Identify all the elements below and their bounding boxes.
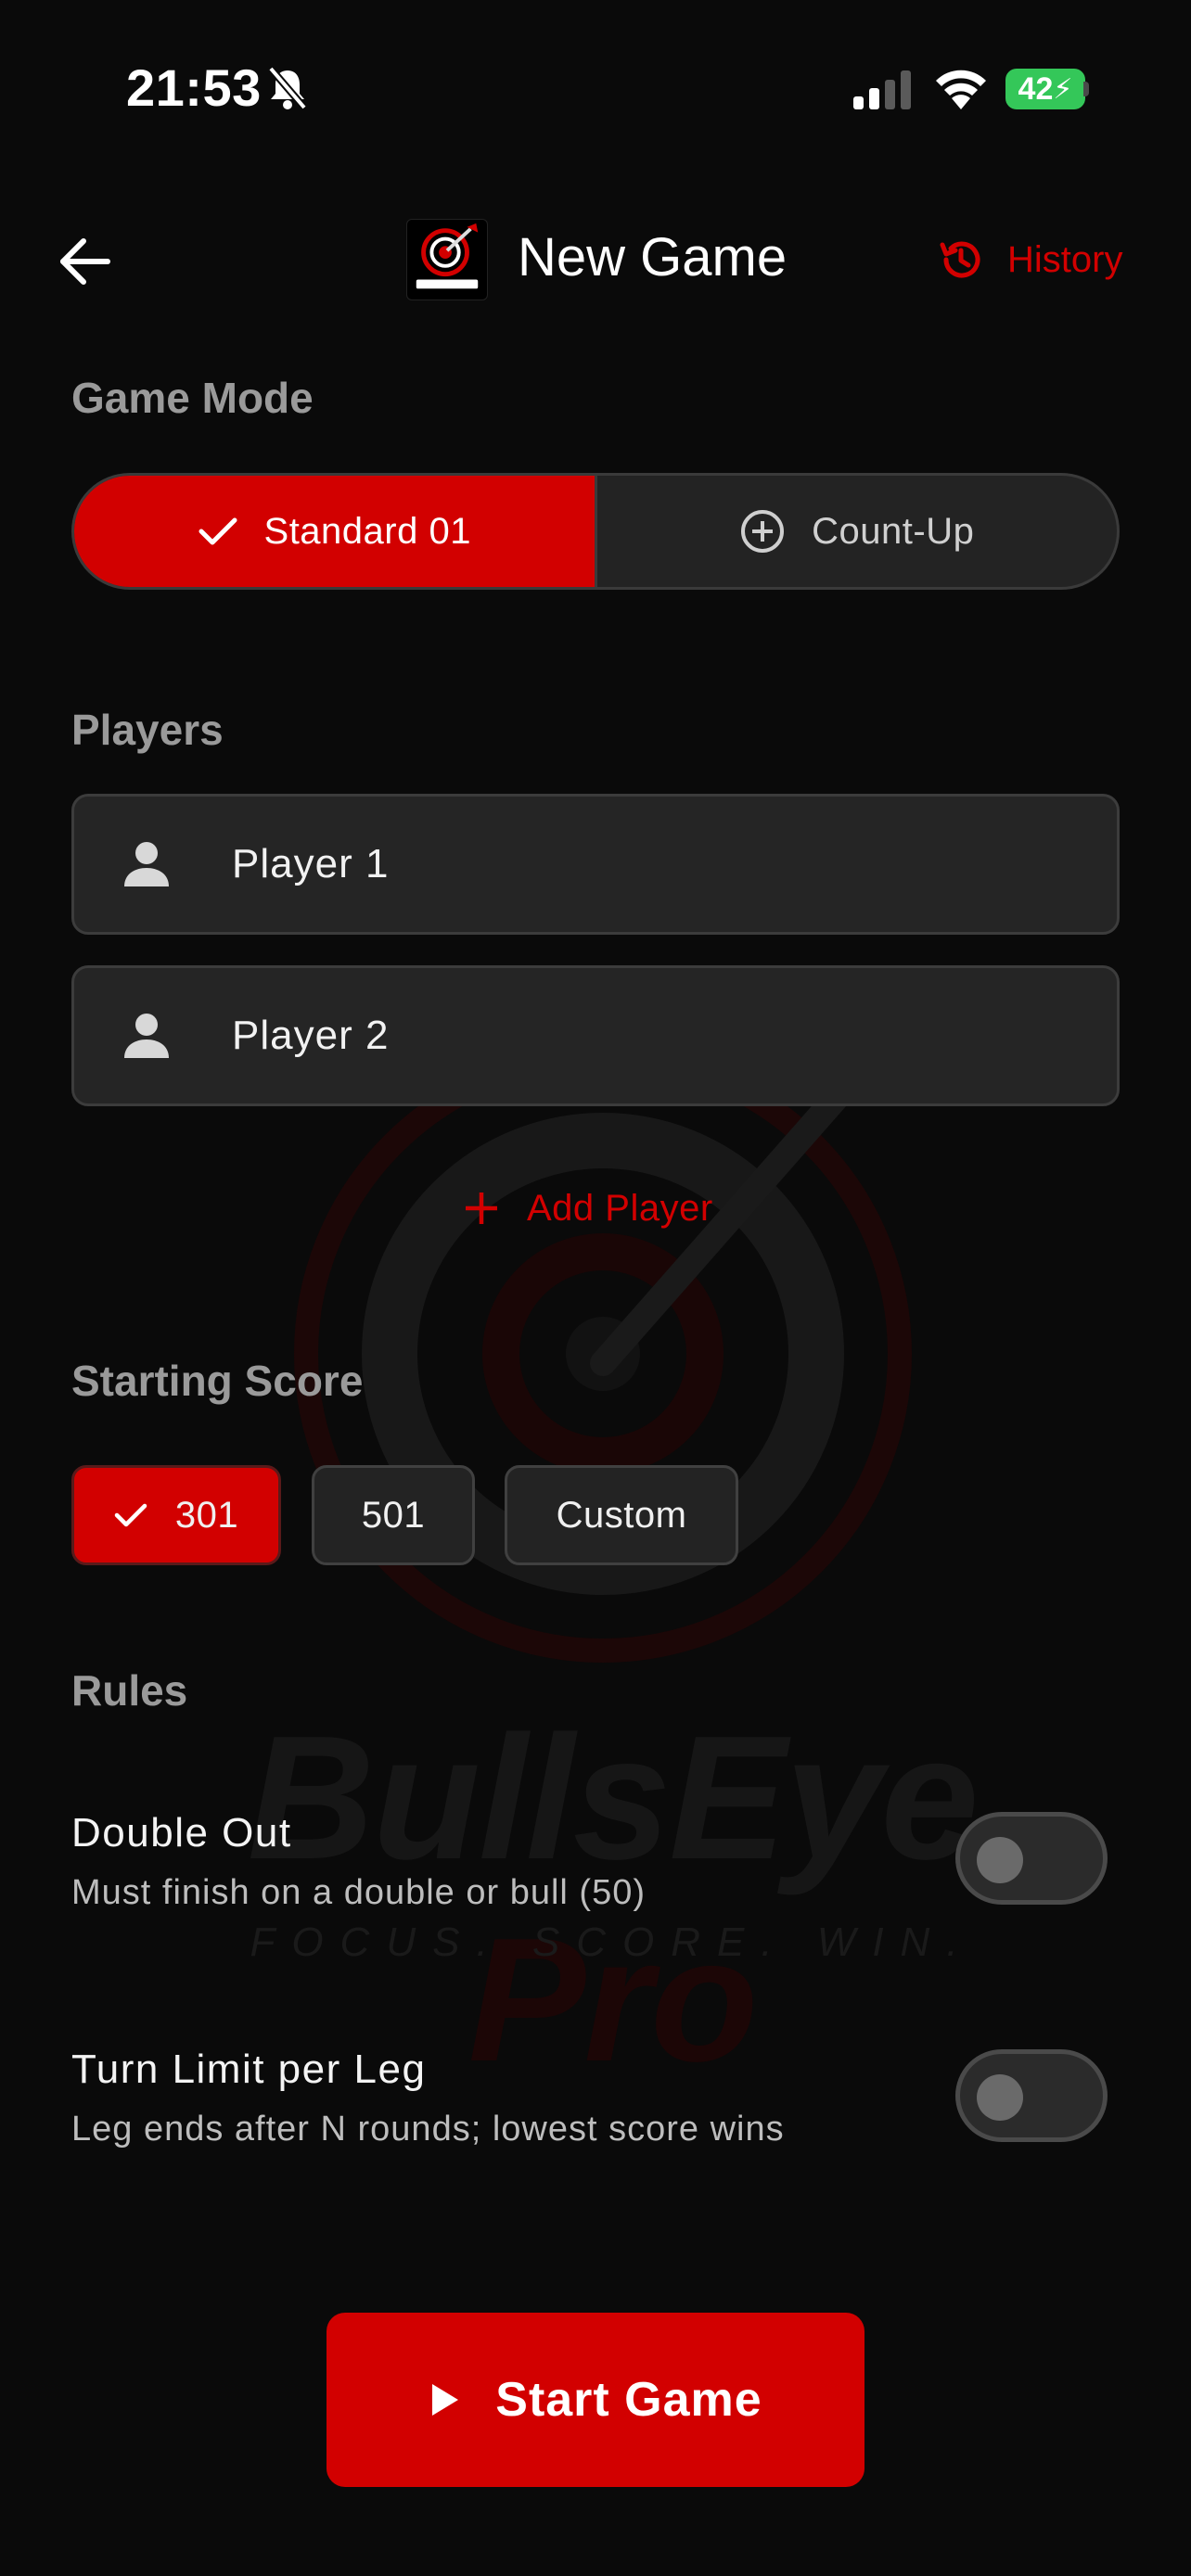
score-chip-501[interactable]: 501 <box>312 1465 475 1565</box>
mode-count-up[interactable]: Count-Up <box>597 476 1118 587</box>
player-1-field[interactable]: Player 1 <box>71 794 1120 935</box>
game-mode-label: Game Mode <box>71 374 314 422</box>
start-game-button[interactable]: Start Game <box>327 2313 864 2487</box>
toggle-knob <box>977 2074 1023 2121</box>
watermark-tagline: FOCUS. SCORE. WIN. <box>250 1919 975 1965</box>
page-title: New Game <box>518 227 788 287</box>
cellular-signal-icon <box>853 70 911 109</box>
play-icon <box>432 2384 459 2416</box>
double-out-toggle[interactable] <box>955 1812 1108 1905</box>
toggle-knob <box>977 1837 1023 1883</box>
bell-slash-icon <box>267 66 308 110</box>
rules-label: Rules <box>71 1666 188 1715</box>
game-mode-segmented-control: Standard 01 Count-Up <box>71 473 1120 590</box>
score-chip-301[interactable]: 301 <box>71 1465 281 1565</box>
plus-circle-icon <box>741 510 785 553</box>
arrow-left-icon <box>60 238 110 285</box>
history-icon <box>940 241 980 278</box>
history-label: History <box>1007 238 1123 280</box>
add-player-button[interactable]: Add Player <box>464 1178 713 1239</box>
battery-indicator: 42 ⚡ <box>1005 69 1085 109</box>
rule-double-out-title: Double Out <box>71 1810 292 1855</box>
players-label: Players <box>71 706 224 754</box>
mode-standard-01[interactable]: Standard 01 <box>74 476 597 587</box>
player-2-field[interactable]: Player 2 <box>71 965 1120 1106</box>
player-2-name: Player 2 <box>232 1013 390 1058</box>
person-icon <box>124 842 169 886</box>
app-logo <box>406 219 488 300</box>
starting-score-label: Starting Score <box>71 1357 364 1405</box>
plus-icon <box>466 1192 497 1224</box>
rule-double-out-description: Must finish on a double or bull (50) <box>71 1873 646 1912</box>
status-time: 21:53 <box>126 58 262 117</box>
rule-turn-limit-description: Leg ends after N rounds; lowest score wi… <box>71 2110 785 2149</box>
person-icon <box>124 1014 169 1058</box>
score-chip-custom[interactable]: Custom <box>505 1465 738 1565</box>
turn-limit-toggle[interactable] <box>955 2049 1108 2142</box>
back-button[interactable] <box>52 228 119 295</box>
check-icon <box>198 517 237 545</box>
check-icon <box>114 1503 147 1527</box>
player-1-name: Player 1 <box>232 841 390 886</box>
rule-turn-limit-title: Turn Limit per Leg <box>71 2047 427 2092</box>
history-button[interactable]: History <box>937 232 1122 287</box>
battery-cap <box>1083 82 1089 96</box>
wifi-icon <box>936 70 986 109</box>
